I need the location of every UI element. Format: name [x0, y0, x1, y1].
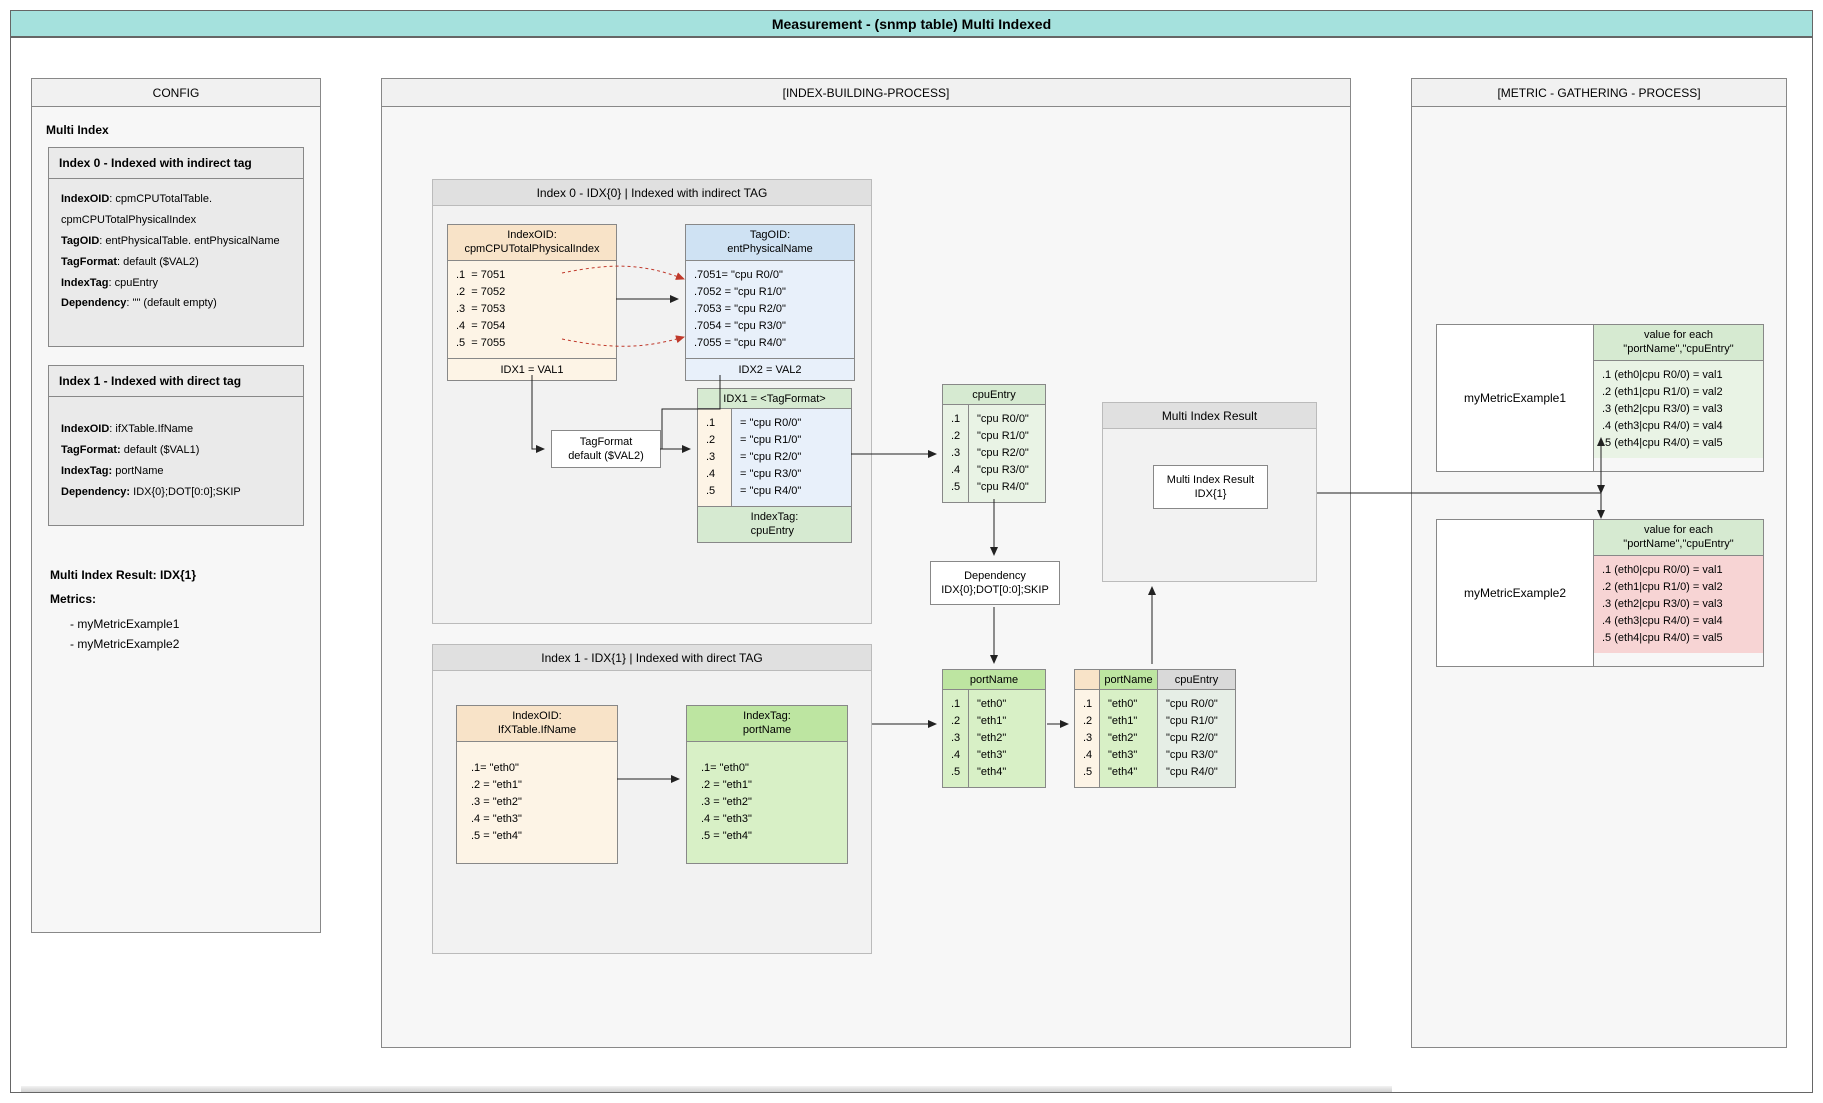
idx0-indexoid-foot: IDX1 = VAL1: [448, 358, 616, 380]
config-index0-box: Index 0 - Indexed with indirect tag Inde…: [48, 147, 304, 347]
cfg-i1-tagformat-val: default ($VAL1): [124, 444, 200, 456]
config-metrics-label: Metrics:: [50, 592, 304, 606]
cfg-i1-dep-label: Dependency:: [61, 486, 130, 498]
mgp-region: [METRIC - GATHERING - PROCESS] myMetricE…: [1411, 78, 1787, 1048]
cpuentry-val: "cpu R0/0" "cpu R1/0" "cpu R2/0" "cpu R3…: [969, 405, 1045, 502]
portname-val: "eth0" "eth1" "eth2" "eth3" "eth4": [969, 690, 1045, 787]
merged-cpu-col: "cpu R0/0" "cpu R1/0" "cpu R2/0" "cpu R3…: [1158, 690, 1235, 787]
portname-head: portName: [943, 670, 1045, 690]
idx0-result-head: IDX1 = <TagFormat>: [698, 389, 851, 409]
idx1-indextag-head: IndexTag: portName: [687, 706, 847, 742]
merged-idx-col: .1 .2 .3 .4 .5: [1075, 690, 1099, 787]
cpuentry-idx: .1 .2 .3 .4 .5: [943, 405, 969, 502]
idx0-tagoid-cell: TagOID: entPhysicalName .7051= "cpu R0/0…: [685, 224, 855, 381]
cfg-i0-dep-val: "" (default empty): [133, 297, 217, 309]
cfg-i0-indextag-val: cpuEntry: [115, 277, 158, 289]
metric2-rows: .1 (eth0|cpu R0/0) = val1 .2 (eth1|cpu R…: [1594, 556, 1763, 653]
cfg-i0-tagoid-label: TagOID: [61, 235, 99, 247]
cfg-i0-dep-label: Dependency: [61, 297, 126, 309]
idx1-indexoid-head: IndexOID: IfXTable.IfName: [457, 706, 617, 742]
config-index1-title: Index 1 - Indexed with direct tag: [49, 366, 303, 397]
idx0-tagoid-body: .7051= "cpu R0/0" .7052 = "cpu R1/0" .70…: [686, 261, 854, 358]
metric2-head: value for each "portName","cpuEntry": [1594, 520, 1763, 556]
metric1-name: myMetricExample1: [1436, 324, 1594, 472]
cpuentry-head: cpuEntry: [943, 385, 1045, 405]
idx0-head: Index 0 - IDX{0} | Indexed with indirect…: [433, 180, 871, 206]
idx1-indextag-body: .1= "eth0" .2 = "eth1" .3 = "eth2" .4 = …: [687, 742, 847, 863]
merged-result: .1 .2 .3 .4 .5 portName "eth0" "eth1" "e…: [1074, 669, 1236, 788]
idx0-result-valcol: = "cpu R0/0" = "cpu R1/0" = "cpu R2/0" =…: [732, 409, 851, 506]
diagram-canvas: CONFIG Multi Index Index 0 - Indexed wit…: [10, 37, 1813, 1093]
cfg-i1-indextag-label: IndexTag:: [61, 465, 112, 477]
idx0-tagoid-head: TagOID: entPhysicalName: [686, 225, 854, 261]
idx1-head: Index 1 - IDX{1} | Indexed with direct T…: [433, 645, 871, 671]
cfg-i0-tagformat-val: default ($VAL2): [123, 256, 199, 268]
metric1-head: value for each "portName","cpuEntry": [1594, 325, 1763, 361]
metric1-row: myMetricExample1 value for each "portNam…: [1436, 324, 1764, 472]
config-header: CONFIG: [32, 79, 320, 107]
idx0-indexoid-cell: IndexOID: cpmCPUTotalPhysicalIndex .1 = …: [447, 224, 617, 381]
cfg-i1-tagformat-label: TagFormat:: [61, 444, 121, 456]
index-building-region: [INDEX-BUILDING-PROCESS] Index 0 - IDX{0…: [381, 78, 1351, 1048]
idx1-indextag-cell: IndexTag: portName .1= "eth0" .2 = "eth1…: [686, 705, 848, 864]
cfg-i0-tagoid-val: entPhysicalTable. entPhysicalName: [105, 235, 279, 247]
merged-port-head: portName: [1100, 670, 1157, 690]
idx0-result-cell: IDX1 = <TagFormat> .1 .2 .3 .4 .5 = "cpu…: [697, 388, 852, 543]
ibp-header: [INDEX-BUILDING-PROCESS]: [382, 79, 1350, 107]
idx0-result-foot: IndexTag: cpuEntry: [698, 506, 851, 542]
idx0-indexoid-head: IndexOID: cpmCPUTotalPhysicalIndex: [448, 225, 616, 261]
cfg-i0-tagformat-label: TagFormat: [61, 256, 117, 268]
mgp-header: [METRIC - GATHERING - PROCESS]: [1412, 79, 1786, 107]
metric1-rows: .1 (eth0|cpu R0/0) = val1 .2 (eth1|cpu R…: [1594, 361, 1763, 458]
merged-cpu-head: cpuEntry: [1158, 670, 1235, 690]
metric2-row: myMetricExample2 value for each "portNam…: [1436, 519, 1764, 667]
page-title: Measurement - (snmp table) Multi Indexed: [10, 10, 1813, 37]
idx1-indexoid-body: .1= "eth0" .2 = "eth1" .3 = "eth2" .4 = …: [457, 742, 617, 863]
config-subtitle: Multi Index: [46, 123, 310, 137]
metric-item: - myMetricExample2: [70, 634, 310, 654]
config-result-line: Multi Index Result: IDX{1}: [50, 568, 304, 582]
portname-cell: portName .1 .2 .3 .4 .5 "eth0" "eth1" "e…: [942, 669, 1046, 788]
cfg-i1-dep-val: IDX{0};DOT[0:0];SKIP: [133, 486, 241, 498]
config-region: CONFIG Multi Index Index 0 - Indexed wit…: [31, 78, 321, 933]
cfg-i0-indexoid-label: IndexOID: [61, 193, 109, 205]
metric-item: - myMetricExample1: [70, 614, 310, 634]
idx0-result-idxcol: .1 .2 .3 .4 .5: [698, 409, 732, 506]
metric2-name: myMetricExample2: [1436, 519, 1594, 667]
cfg-i1-indexoid-val: ifXTable.IfName: [115, 423, 193, 435]
merged-port-col: "eth0" "eth1" "eth2" "eth3" "eth4": [1100, 690, 1157, 787]
dependency-box: Dependency IDX{0};DOT[0:0];SKIP: [930, 561, 1060, 605]
idx0-group: Index 0 - IDX{0} | Indexed with indirect…: [432, 179, 872, 624]
config-index0-title: Index 0 - Indexed with indirect tag: [49, 148, 303, 179]
idx1-indexoid-cell: IndexOID: IfXTable.IfName .1= "eth0" .2 …: [456, 705, 618, 864]
portname-idx: .1 .2 .3 .4 .5: [943, 690, 969, 787]
config-index1-box: Index 1 - Indexed with direct tag IndexO…: [48, 365, 304, 526]
mir-group: Multi Index Result Multi Index Result ID…: [1102, 402, 1317, 582]
cfg-i1-indextag-val: portName: [115, 465, 163, 477]
config-metrics-list: - myMetricExample1 - myMetricExample2: [70, 614, 310, 655]
cfg-i1-indexoid-label: IndexOID: [61, 423, 109, 435]
cpuentry-cell: cpuEntry .1 .2 .3 .4 .5 "cpu R0/0" "cpu …: [942, 384, 1046, 503]
mir-box: Multi Index Result IDX{1}: [1153, 465, 1268, 509]
idx1-group: Index 1 - IDX{1} | Indexed with direct T…: [432, 644, 872, 954]
idx0-tagoid-foot: IDX2 = VAL2: [686, 358, 854, 380]
cfg-i0-indextag-label: IndexTag: [61, 277, 108, 289]
idx0-indexoid-body: .1 = 7051 .2 = 7052 .3 = 7053 .4 = 7054 …: [448, 261, 616, 358]
mir-group-head: Multi Index Result: [1103, 403, 1316, 429]
idx0-tagformat-box: TagFormat default ($VAL2): [551, 430, 661, 468]
